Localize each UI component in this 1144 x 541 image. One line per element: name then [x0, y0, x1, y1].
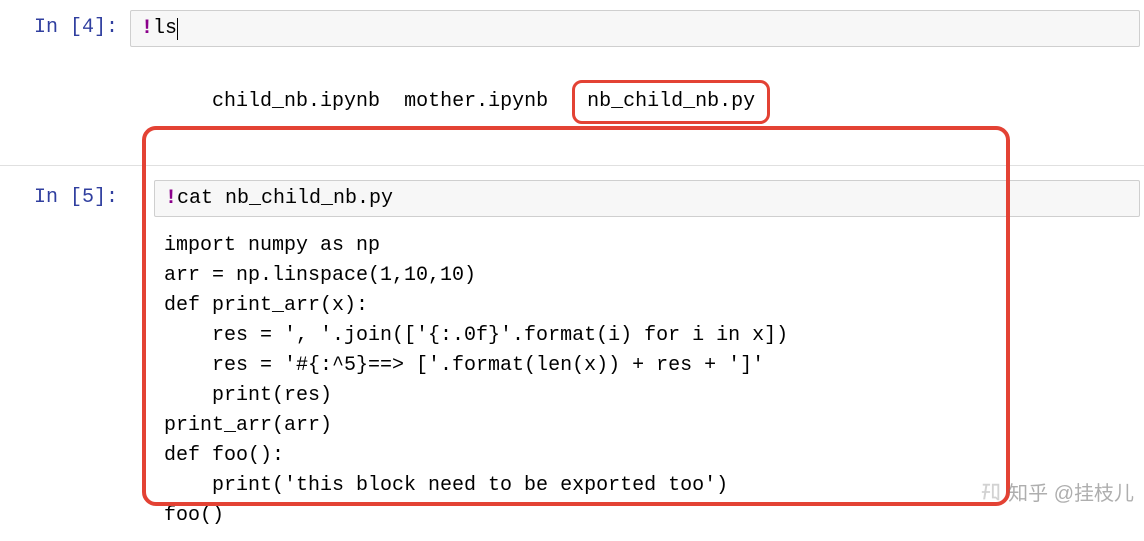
file-item-highlighted: nb_child_nb.py [587, 90, 755, 113]
cell-prompt: In [5]: [0, 180, 130, 209]
shell-bang: ! [165, 187, 177, 210]
cell-output: import numpy as np arr = np.linspace(1,1… [154, 217, 1144, 537]
code-input-area[interactable]: !cat nb_child_nb.py [154, 180, 1140, 217]
cell-output: child_nb.ipynb mother.ipynb nb_child_nb.… [130, 47, 1144, 153]
shell-command: ls [153, 17, 177, 40]
text-cursor [177, 18, 178, 40]
file-item: mother.ipynb [404, 90, 548, 113]
code-input[interactable]: !ls [141, 17, 178, 40]
cell-prompt: In [4]: [0, 10, 130, 39]
notebook-cell-4: In [4]: !ls child_nb.ipynb mother.ipynb … [0, 0, 1144, 157]
shell-bang: ! [141, 17, 153, 40]
output-text: child_nb.ipynb mother.ipynb nb_child_nb.… [212, 90, 770, 113]
shell-command: cat nb_child_nb.py [177, 187, 393, 210]
cell-body: !cat nb_child_nb.py import numpy as np a… [130, 180, 1144, 537]
notebook-cell-5: In [5]: !cat nb_child_nb.py import numpy… [0, 166, 1144, 541]
file-item: child_nb.ipynb [212, 90, 380, 113]
cell-body: !ls child_nb.ipynb mother.ipynb nb_child… [130, 10, 1144, 153]
annotation-highlight-box: nb_child_nb.py [572, 80, 770, 124]
code-input[interactable]: !cat nb_child_nb.py [165, 187, 393, 210]
code-input-area[interactable]: !ls [130, 10, 1140, 47]
